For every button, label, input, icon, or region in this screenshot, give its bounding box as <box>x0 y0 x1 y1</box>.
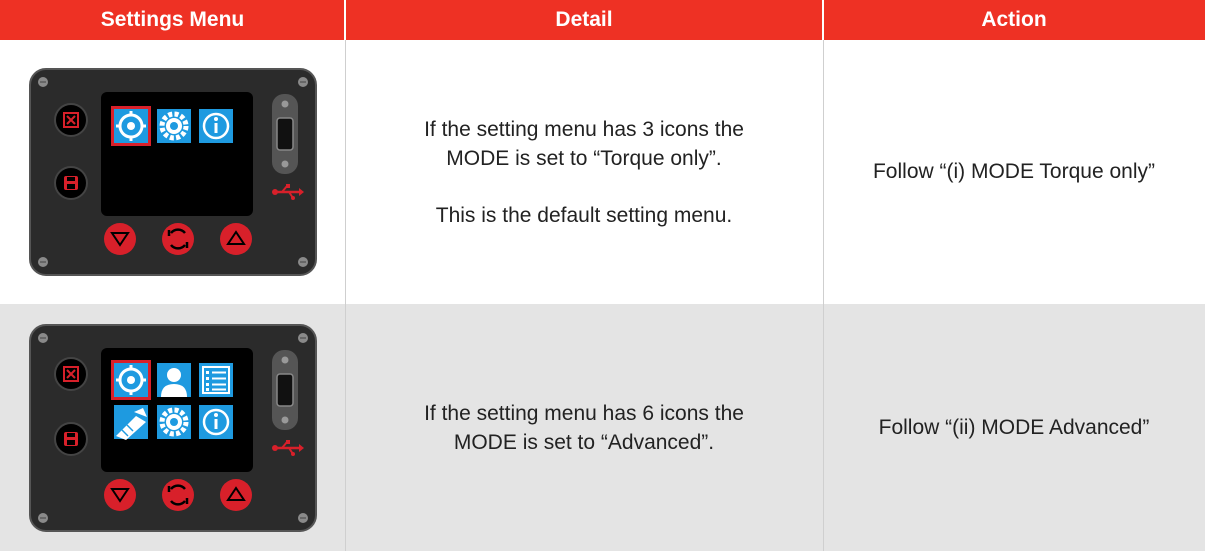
action-text: Follow “(ii) MODE Advanced” <box>878 415 1150 439</box>
settings-menu-image-cell <box>0 40 345 304</box>
save-button[interactable] <box>53 421 88 456</box>
controller-panel-torque-only <box>28 68 317 276</box>
screw-icon <box>37 77 48 87</box>
detail-cell: If the setting menu has 3 icons the MODE… <box>345 40 823 304</box>
up-button[interactable] <box>219 478 252 511</box>
port-connector <box>271 94 298 174</box>
table-row: If the setting menu has 6 icons the MODE… <box>0 304 1205 551</box>
gear-icon[interactable] <box>156 404 191 439</box>
screw-icon <box>37 512 48 523</box>
screw-icon <box>297 257 308 267</box>
screw-icon <box>37 257 48 267</box>
detail-line: MODE is set to “Advanced”. <box>453 430 715 454</box>
detail-text: If the setting menu has 6 icons the MODE… <box>424 399 744 457</box>
table-row: If the setting menu has 3 icons the MODE… <box>0 40 1205 304</box>
settings-table: Settings Menu Detail Action If the setti… <box>0 0 1205 551</box>
column-divider <box>345 304 346 551</box>
header-action: Action <box>981 8 1047 31</box>
detail-line: If the setting menu has 3 icons the <box>424 117 744 141</box>
port-connector <box>271 349 298 430</box>
detail-text: If the setting menu has 3 icons the MODE… <box>424 115 744 230</box>
gear-icon[interactable] <box>156 109 191 143</box>
wrench-icon[interactable] <box>113 404 148 440</box>
action-text: Follow “(i) MODE Torque only” <box>872 160 1155 183</box>
down-button[interactable] <box>103 223 136 255</box>
screw-icon <box>297 77 308 87</box>
controller-panel-advanced <box>28 323 317 532</box>
target-icon[interactable] <box>110 359 151 400</box>
detail-line: MODE is set to “Torque only”. <box>446 146 722 170</box>
action-cell: Follow “(ii) MODE Advanced” <box>823 304 1205 551</box>
settings-menu-image-cell <box>0 304 345 551</box>
refresh-button[interactable] <box>161 223 194 255</box>
close-button[interactable] <box>53 103 88 137</box>
detail-line: This is the default setting menu. <box>435 203 733 227</box>
header-detail: Detail <box>555 8 613 31</box>
info-icon[interactable] <box>198 404 233 439</box>
down-button[interactable] <box>103 478 136 511</box>
target-icon[interactable] <box>110 106 151 146</box>
user-icon[interactable] <box>156 362 191 397</box>
header-settings-menu: Settings Menu <box>100 8 245 31</box>
column-divider <box>345 40 346 304</box>
save-button[interactable] <box>53 166 88 200</box>
list-icon[interactable] <box>198 362 233 397</box>
column-divider <box>823 40 824 304</box>
close-button[interactable] <box>53 356 88 391</box>
screw-icon <box>297 512 308 523</box>
detail-line: If the setting menu has 6 icons the <box>424 401 744 425</box>
screw-icon <box>297 332 308 343</box>
column-divider <box>823 304 824 551</box>
refresh-button[interactable] <box>161 478 194 511</box>
info-icon[interactable] <box>198 109 233 143</box>
screw-icon <box>37 332 48 343</box>
table-header: Settings Menu Detail Action <box>0 0 1205 40</box>
detail-cell: If the setting menu has 6 icons the MODE… <box>345 304 823 551</box>
action-cell: Follow “(i) MODE Torque only” <box>823 40 1205 304</box>
up-button[interactable] <box>219 223 252 255</box>
